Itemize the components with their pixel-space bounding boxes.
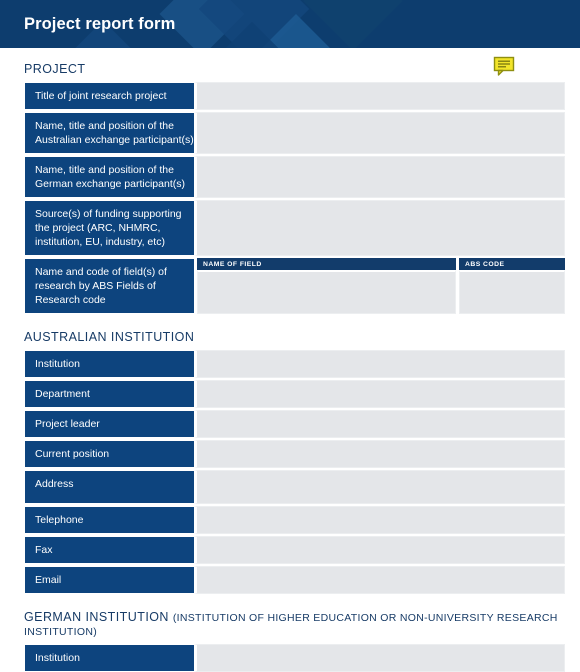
- page-title: Project report form: [24, 15, 176, 33]
- field-label: Institution: [24, 350, 194, 378]
- field-input-au-department[interactable]: [194, 380, 565, 408]
- field-label: Name and code of field(s) of research by…: [24, 258, 194, 314]
- form-row-abs-fields: Name and code of field(s) of research by…: [24, 258, 565, 314]
- form-row: Project leader: [24, 410, 565, 438]
- column-header-abs-code: ABS CODE: [459, 258, 565, 270]
- column-header-name-of-field: NAME OF FIELD: [197, 258, 456, 270]
- form-row: Fax: [24, 536, 565, 564]
- field-input-au-project-leader[interactable]: [194, 410, 565, 438]
- form-row: Source(s) of funding supporting the proj…: [24, 200, 565, 256]
- field-label: Department: [24, 380, 194, 408]
- field-label: Current position: [24, 440, 194, 468]
- form-row: Address: [24, 470, 565, 504]
- abs-column-name-of-field: NAME OF FIELD: [197, 258, 456, 314]
- form-row: Email: [24, 566, 565, 594]
- abs-column-abs-code: ABS CODE: [459, 258, 565, 314]
- field-input-german-exchange-participants[interactable]: [194, 156, 565, 198]
- field-label: Title of joint research project: [24, 82, 194, 110]
- field-label: Project leader: [24, 410, 194, 438]
- field-input-sources-of-funding[interactable]: [194, 200, 565, 256]
- form-row: Name, title and position of the Australi…: [24, 112, 565, 154]
- field-input-australian-exchange-participants[interactable]: [194, 112, 565, 154]
- field-label: Telephone: [24, 506, 194, 534]
- field-label: Fax: [24, 536, 194, 564]
- field-input-au-current-position[interactable]: [194, 440, 565, 468]
- field-input-au-address[interactable]: [194, 470, 565, 504]
- form-row: Institution: [24, 644, 565, 672]
- comment-note-icon[interactable]: [493, 56, 515, 76]
- form-row: Name, title and position of the German e…: [24, 156, 565, 198]
- field-label: Address: [24, 470, 194, 504]
- field-input-au-fax[interactable]: [194, 536, 565, 564]
- field-label: Source(s) of funding supporting the proj…: [24, 200, 194, 256]
- section-heading-german-institution: GERMAN INSTITUTION (INSTITUTION OF HIGHE…: [24, 596, 565, 644]
- field-input-name-of-field[interactable]: [197, 270, 456, 314]
- field-input-au-telephone[interactable]: [194, 506, 565, 534]
- field-input-de-institution[interactable]: [194, 644, 565, 672]
- section-heading-project: PROJECT: [24, 48, 565, 82]
- field-label: Name, title and position of the Australi…: [24, 112, 194, 154]
- section-heading-australian-institution: AUSTRALIAN INSTITUTION: [24, 316, 565, 350]
- page-header-banner: Project report form: [0, 0, 580, 48]
- field-input-title-of-joint-research-project[interactable]: [194, 82, 565, 110]
- section-heading-project-label: PROJECT: [24, 62, 86, 76]
- field-label: Institution: [24, 644, 194, 672]
- form-row: Title of joint research project: [24, 82, 565, 110]
- field-label: Email: [24, 566, 194, 594]
- field-input-abs-code[interactable]: [459, 270, 565, 314]
- section-heading-australian-institution-label: AUSTRALIAN INSTITUTION: [24, 330, 195, 344]
- form-row: Telephone: [24, 506, 565, 534]
- field-input-au-email[interactable]: [194, 566, 565, 594]
- form-row: Institution: [24, 350, 565, 378]
- form-body: PROJECT Title of joint research project …: [0, 48, 580, 672]
- form-row: Department: [24, 380, 565, 408]
- field-label: Name, title and position of the German e…: [24, 156, 194, 198]
- section-heading-german-institution-label: GERMAN INSTITUTION: [24, 610, 173, 624]
- form-row: Current position: [24, 440, 565, 468]
- abs-fields-table: NAME OF FIELD ABS CODE: [194, 258, 565, 314]
- field-input-au-institution[interactable]: [194, 350, 565, 378]
